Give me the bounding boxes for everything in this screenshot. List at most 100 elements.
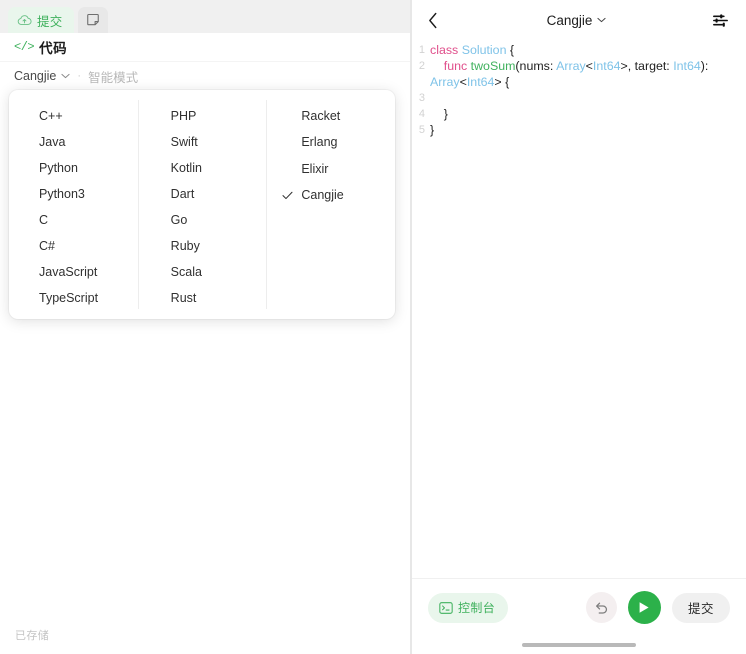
language-option-label: Dart [170,187,195,201]
language-dropdown-menu[interactable]: C++ Java Python Python3 C C# JavaScript TypeScr… [9,90,395,319]
language-bar: Cangjie · 智能模式 [0,62,410,90]
language-option-c[interactable]: C [9,207,138,233]
code-line-text: class Solution { [430,42,746,58]
code-line-text: } [430,122,746,138]
code-token: < [585,59,593,73]
language-option-dart[interactable]: Dart [138,181,267,207]
language-option-python[interactable]: Python [9,155,138,181]
editor-title: Cangjie [546,12,593,28]
line-number: 3 [418,92,425,104]
language-option-elixir[interactable]: Elixir [266,156,395,182]
language-option-racket[interactable]: Racket [266,103,395,129]
language-option-label: Racket [301,109,341,124]
language-option-label: Java [39,135,66,149]
note-icon [86,13,100,27]
editor-language-selector[interactable]: Cangjie [446,13,707,28]
language-selector-label: Cangjie [14,69,57,83]
code-line: 5} [412,122,746,138]
language-dropdown-column-1: C++ Java Python Python3 C C# JavaScript TypeScr… [9,98,138,311]
code-brackets-icon: </> [14,40,35,54]
code-token: >, target: [620,59,674,73]
submit-button-label: 提交 [687,602,714,616]
language-option-label: Elixir [301,161,329,176]
code-token: func [443,59,471,73]
chevron-left-icon [428,12,438,29]
code-token: Array [430,75,460,89]
language-option-scala[interactable]: Scala [138,259,267,285]
language-option-java[interactable]: Java [9,129,138,155]
code-token: < [459,75,467,89]
language-option-label: Python [39,161,78,175]
chevron-down-icon [61,73,70,79]
language-option-rust[interactable]: Rust [138,285,267,311]
language-option-label: C [39,213,49,227]
language-option-label: Scala [170,265,202,279]
app-root: 提交 </> 代码 Cangjie · 智能模式 已存储 C++ Java Py… [0,0,746,654]
line-number: 5 [418,124,425,136]
language-option-label: Erlang [301,135,338,150]
language-option-cangjie[interactable]: Cangjie [266,182,395,208]
submit-button[interactable]: 提交 [671,592,730,623]
line-number: 4 [418,108,425,120]
language-option-c-[interactable]: C# [9,233,138,259]
code-token: Solution [461,43,507,57]
code-line: 1 class Solution { [412,42,746,58]
tab-submit-label: 提交 [37,14,63,29]
undo-button[interactable] [585,592,617,623]
line-number: 1 [418,44,425,56]
code-section-title: 代码 [39,41,68,56]
editor-action-bar: 控制台 提交 [412,578,746,636]
language-option-kotlin[interactable]: Kotlin [138,155,267,181]
undo-icon [594,601,609,615]
code-token: { [506,43,515,57]
home-indicator [522,643,636,647]
language-option-label: Rust [170,291,197,305]
saved-status: 已存储 [15,630,50,642]
code-token: Int64 [466,75,495,89]
home-indicator-area [412,636,746,654]
code-editor[interactable]: 1 class Solution {2 func twoSum(nums: Arr… [412,40,746,578]
code-token: class [430,43,462,57]
language-option-c-[interactable]: C++ [9,103,138,129]
language-option-label: Swift [170,135,198,149]
language-option-label: PHP [170,109,197,123]
console-button-label: 控制台 [458,601,496,615]
bar-separator: · [77,69,82,82]
code-token: } [430,123,435,137]
tab-note[interactable] [77,7,108,33]
language-option-python3[interactable]: Python3 [9,181,138,207]
language-option-ruby[interactable]: Ruby [138,233,267,259]
code-line-text: func twoSum(nums: Array<Int64>, target: … [430,58,746,90]
code-token: Int64 [592,59,621,73]
code-section-header: </> 代码 [0,33,410,62]
smart-mode-label: 智能模式 [88,70,139,85]
language-option-label: Kotlin [170,161,202,175]
language-option-label: C# [39,239,55,253]
language-dropdown-column-2: PHP Swift Kotlin Dart Go Ruby Scala Rust [137,98,267,311]
code-line: 3 [412,90,746,106]
sliders-icon [712,13,729,28]
editor-settings-button[interactable] [707,7,733,33]
language-option-php[interactable]: PHP [138,103,267,129]
language-option-erlang[interactable]: Erlang [266,129,395,155]
language-option-swift[interactable]: Swift [138,129,267,155]
code-token: > { [494,75,510,89]
language-option-label: C++ [39,109,63,123]
tab-submit[interactable]: 提交 [8,7,74,33]
language-option-typescript[interactable]: TypeScript [9,285,138,311]
language-selector[interactable]: Cangjie [14,69,70,83]
language-dropdown-column-3: Racket Erlang Elixir Cangjie [266,98,395,311]
language-option-go[interactable]: Go [138,207,267,233]
language-option-label: JavaScript [39,265,98,279]
language-option-javascript[interactable]: JavaScript [9,259,138,285]
right-panel: Cangjie 1 class Solution {2 func twoSum… [412,0,746,654]
code-line: 2 func twoSum(nums: Array<Int64>, target… [412,58,746,90]
back-button[interactable] [420,7,446,33]
code-token: } [430,107,448,121]
code-token: (nums: [515,59,557,73]
run-button[interactable] [627,591,661,624]
console-button[interactable]: 控制台 [428,592,509,623]
code-token: ): [700,59,712,73]
check-icon [282,191,293,199]
